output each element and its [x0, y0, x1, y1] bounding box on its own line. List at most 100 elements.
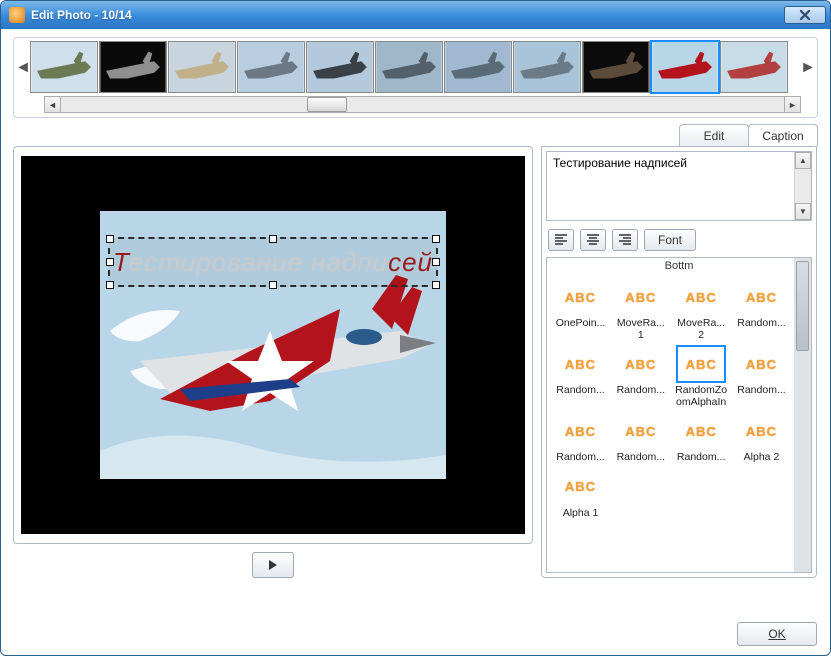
font-button[interactable]: Font	[644, 229, 696, 251]
thumb-next-button[interactable]: ►	[801, 41, 815, 95]
effect-label: Random...	[553, 452, 608, 464]
effect-label: OnePoin...	[553, 318, 608, 330]
thumbnail-item[interactable]	[720, 41, 788, 93]
preview-panel: Тестирование надписей	[13, 146, 533, 544]
resize-handle[interactable]	[106, 258, 114, 266]
close-icon	[799, 10, 811, 20]
title-bar: Edit Photo - 10/14	[1, 1, 830, 29]
thumbnail-item[interactable]	[375, 41, 443, 93]
effect-icon: ABC	[736, 278, 786, 316]
align-right-button[interactable]	[612, 229, 638, 251]
thumbnail-item[interactable]	[582, 41, 650, 93]
align-left-icon	[554, 234, 568, 246]
effect-icon: ABC	[556, 468, 606, 506]
thumbnail-item[interactable]	[306, 41, 374, 93]
scrollbar-right-button[interactable]: ►	[784, 96, 801, 113]
effect-icon: ABC	[676, 412, 726, 450]
thumbnail-item[interactable]	[237, 41, 305, 93]
scrollbar-up-button[interactable]: ▲	[795, 152, 811, 169]
thumbnail-item[interactable]	[168, 41, 236, 93]
effect-icon: ABC	[616, 278, 666, 316]
effect-item[interactable]: ABCRandomZoomAlphaIn	[674, 345, 729, 408]
resize-handle[interactable]	[432, 281, 440, 289]
close-button[interactable]	[784, 6, 826, 24]
photo-canvas[interactable]: Тестирование надписей	[100, 211, 446, 479]
caption-text-value: Тестирование надписей	[553, 156, 687, 170]
caption-toolbar: Font	[542, 225, 816, 255]
thumbnail-item[interactable]	[513, 41, 581, 93]
effect-item[interactable]: ABCMoveRa... 2	[674, 278, 729, 341]
effect-label: Random...	[674, 452, 729, 464]
effect-icon: ABC	[556, 278, 606, 316]
thumbnail-list	[30, 40, 801, 96]
resize-handle[interactable]	[269, 235, 277, 243]
effect-item[interactable]: ABC Random...	[674, 412, 729, 464]
play-button[interactable]	[252, 552, 294, 578]
caption-overlay[interactable]: Тестирование надписей	[108, 237, 438, 287]
caption-overlay-text: Тестирование надписей	[113, 247, 433, 278]
thumbnail-item[interactable]	[99, 41, 167, 93]
align-center-icon	[586, 234, 600, 246]
thumb-prev-button[interactable]: ◄	[16, 41, 30, 95]
tab-bar: Edit Caption	[13, 124, 818, 146]
resize-handle[interactable]	[106, 235, 114, 243]
effect-item[interactable]: ABC Random...	[613, 412, 668, 464]
effect-icon: ABC	[556, 412, 606, 450]
resize-handle[interactable]	[106, 281, 114, 289]
scrollbar-left-button[interactable]: ◄	[44, 96, 61, 113]
effect-item[interactable]: ABC Random...	[734, 278, 789, 341]
thumbnail-scrollbar[interactable]: ◄ ►	[44, 96, 801, 113]
effect-icon: ABC	[616, 345, 666, 383]
effect-item[interactable]: ABC Alpha 1	[553, 468, 608, 520]
thumbnail-item[interactable]	[30, 41, 98, 93]
effect-label: Random...	[734, 385, 789, 397]
effect-item[interactable]: ABC Random...	[613, 345, 668, 408]
effect-label: MoveRa... 1	[613, 318, 668, 341]
scrollbar-thumb[interactable]	[307, 97, 347, 112]
caption-text-scrollbar[interactable]: ▲ ▼	[794, 152, 811, 220]
play-icon	[268, 559, 278, 571]
effects-panel: Bottm ABCOnePoin...ABCMoveRa... 1ABCMove…	[546, 257, 812, 573]
effect-icon: ABC	[736, 345, 786, 383]
scrollbar-track[interactable]	[61, 96, 784, 113]
thumbnail-item[interactable]	[651, 41, 719, 93]
tab-edit[interactable]: Edit	[679, 124, 749, 146]
effect-item[interactable]: ABC Random...	[734, 345, 789, 408]
effect-label: Random...	[734, 318, 789, 330]
scrollbar-thumb[interactable]	[796, 261, 809, 351]
resize-handle[interactable]	[269, 281, 277, 289]
effect-icon: ABC	[616, 412, 666, 450]
effect-item[interactable]: ABC Alpha 2	[734, 412, 789, 464]
effect-label: MoveRa... 2	[674, 318, 729, 341]
scrollbar-track[interactable]	[795, 169, 811, 203]
effect-icon: ABC	[556, 345, 606, 383]
effect-item[interactable]: ABC Random...	[553, 345, 608, 408]
app-icon	[9, 7, 25, 23]
thumbnail-strip: ◄ ► ◄ ►	[13, 37, 818, 118]
effect-icon: ABC	[676, 278, 726, 316]
window-title: Edit Photo - 10/14	[31, 8, 784, 22]
align-left-button[interactable]	[548, 229, 574, 251]
effect-item[interactable]: ABC Random...	[553, 412, 608, 464]
effects-scrollbar[interactable]	[794, 258, 811, 572]
effect-label: Random...	[613, 385, 668, 397]
tab-caption[interactable]: Caption	[748, 124, 818, 146]
effect-icon: ABC	[676, 345, 726, 383]
caption-text-input[interactable]: Тестирование надписей ▲ ▼	[546, 151, 812, 221]
resize-handle[interactable]	[432, 235, 440, 243]
resize-handle[interactable]	[432, 258, 440, 266]
scrollbar-down-button[interactable]: ▼	[795, 203, 811, 220]
effect-icon: ABC	[736, 412, 786, 450]
ok-button[interactable]: OK	[737, 622, 817, 646]
align-center-button[interactable]	[580, 229, 606, 251]
effect-label: Random...	[613, 452, 668, 464]
thumbnail-item[interactable]	[444, 41, 512, 93]
effect-item[interactable]: ABCMoveRa... 1	[613, 278, 668, 341]
effect-label: Alpha 2	[734, 452, 789, 464]
effect-label: RandomZoomAlphaIn	[674, 385, 729, 408]
effect-label: Alpha 1	[553, 508, 608, 520]
effect-item[interactable]: ABC OnePoin...	[553, 278, 608, 341]
effect-label: Random...	[553, 385, 608, 397]
effects-header: Bottm	[547, 258, 811, 274]
align-right-icon	[618, 234, 632, 246]
